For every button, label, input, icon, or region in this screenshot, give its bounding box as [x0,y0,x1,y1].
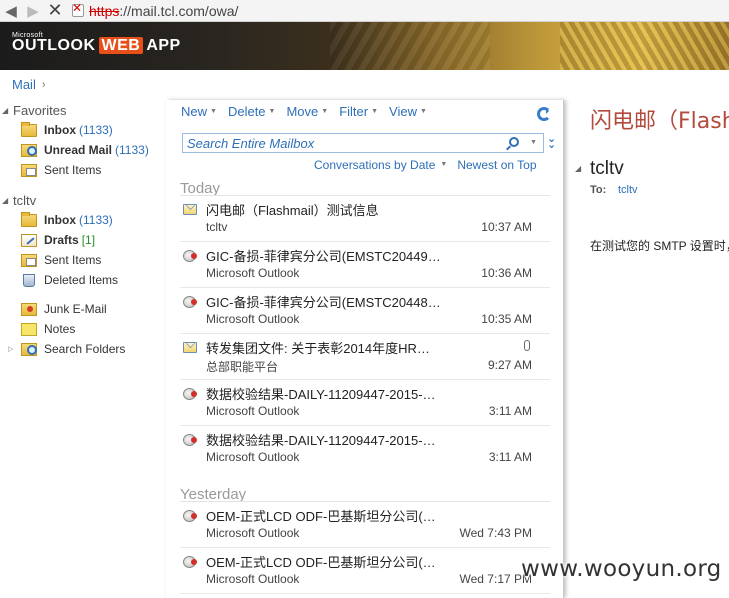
breadcrumb-mail[interactable]: Mail [12,77,36,92]
sent-folder-icon [21,253,37,267]
dropdown-arrow-icon: ▼ [321,108,329,115]
search-icon[interactable] [509,137,519,147]
owa-header-banner: Microsoft OUTLOOK WEB APP [0,22,729,70]
outlook-icon [183,296,197,308]
new-button[interactable]: New ▼ [181,104,217,119]
reading-pane: 闪电邮（Flashmail）测试信息 ◢ tcltv To: tcltv 在测试… [564,100,729,598]
favorites-sent-items[interactable]: Sent Items [0,160,166,180]
dropdown-arrow-icon: ▼ [371,108,379,115]
account-deleted-items[interactable]: Deleted Items [0,270,166,290]
sort-order-button[interactable]: Newest on Top [457,158,536,172]
collapse-triangle-icon[interactable]: ◢ [2,196,13,205]
junk-folder-icon [21,302,37,316]
outlook-web-app-logo: Microsoft OUTLOOK WEB APP [12,32,181,54]
message-sender[interactable]: tcltv [590,158,624,180]
outlook-icon [183,556,197,568]
folder-sidebar: ◢ Favorites Inbox (1133) Unread Mail (11… [0,100,166,598]
chevron-right-icon: › [41,78,46,91]
expand-triangle-icon[interactable]: ▷ [8,345,13,353]
url-rest: ://mail.tcl.com/owa/ [119,2,239,19]
message-list-pane: New▼ Delete▼ Move▼ Filter▼ View▼ ▼ ⌄⌄ Co… [166,100,564,598]
trash-icon [23,273,35,287]
envelope-icon [183,342,197,353]
sent-folder-icon [21,163,37,177]
notes-icon [21,322,37,336]
outlook-icon [183,434,197,446]
collapse-triangle-icon[interactable]: ◢ [2,106,13,115]
search-box: ▼ [182,133,544,153]
double-chevron-down-icon[interactable]: ⌄ ⌄ [547,134,556,151]
favorites-unread-mail[interactable]: Unread Mail (1133) [0,140,166,160]
envelope-icon [183,204,197,215]
address-bar[interactable]: https://mail.tcl.com/owa/ [72,1,729,21]
dropdown-arrow-icon: ▼ [268,108,276,115]
message-item[interactable]: GIC-备损-菲律宾分公司(EMSTC20448… Microsoft Outl… [180,288,550,334]
account-inbox[interactable]: Inbox (1133) [0,210,166,230]
browser-toolbar: ◀ ▶ ✕ https://mail.tcl.com/owa/ [0,0,729,22]
message-item[interactable]: 数据校验结果-DAILY-11209447-2015-… Microsoft O… [180,426,550,472]
account-sent-items[interactable]: Sent Items [0,250,166,270]
collapse-triangle-icon[interactable]: ◢ [575,164,581,173]
move-button[interactable]: Move ▼ [286,104,328,119]
dropdown-arrow-icon: ▼ [440,161,448,168]
message-title: 闪电邮（Flashmail）测试信息 [590,109,729,134]
back-arrow-icon[interactable]: ◀ [0,0,22,22]
search-input[interactable] [183,135,498,151]
attachment-icon [524,340,530,351]
folder-icon [21,211,37,227]
search-dropdown-icon[interactable]: ▼ [530,139,537,146]
to-label: To: [590,184,607,196]
message-item[interactable]: 转发集团文件: 关于表彰2014年度HR… 总部职能平台 9:27 AM [180,334,550,380]
account-search-folders[interactable]: ▷ Search Folders [0,339,166,359]
sort-by-button[interactable]: Conversations by Date [314,158,435,172]
message-item[interactable]: OEM-正式LCD ODF-巴基斯坦分公司(… Microsoft Outloo… [180,502,550,548]
drafts-icon [21,233,37,247]
dropdown-arrow-icon: ▼ [419,108,427,115]
outlook-icon [183,388,197,400]
account-notes[interactable]: Notes [0,319,166,339]
sort-bar: Conversations by Date ▼ Newest on Top [314,158,537,172]
filter-button[interactable]: Filter ▼ [339,104,378,119]
stop-icon[interactable]: ✕ [44,0,66,22]
favorites-inbox[interactable]: Inbox (1133) [0,120,166,140]
list-toolbar: New ▼ Delete ▼ Move ▼ Filter ▼ View ▼ [181,104,438,119]
forward-arrow-icon[interactable]: ▶ [22,0,44,22]
account-junk-email[interactable]: Junk E-Mail [0,299,166,319]
message-item[interactable]: OEM-正式LCD ODF-巴基斯坦分公司(… Microsoft Outloo… [180,548,550,594]
message-item[interactable]: GIC-备损-菲律宾分公司(EMSTC20449… Microsoft Outl… [180,242,550,288]
account-header[interactable]: ◢ tcltv [0,190,166,210]
folder-icon [21,121,37,137]
account-drafts[interactable]: Drafts [1] [0,230,166,250]
recipient-link[interactable]: tcltv [618,184,638,196]
breadcrumb: Mail › [12,77,46,92]
outlook-icon [183,250,197,262]
broken-lock-icon [72,1,84,17]
refresh-icon[interactable] [537,107,551,121]
search-folder-icon [21,143,37,157]
search-folder-icon [21,342,37,356]
message-body: 在测试您的 SMTP 设置时，闪电邮自动发送的电子邮件。 [590,239,729,253]
message-item[interactable]: 闪电邮（Flashmail）测试信息 tcltv 10:37 AM [180,196,550,242]
watermark: www.wooyun.org [521,556,722,582]
dropdown-arrow-icon: ▼ [210,108,217,115]
outlook-icon [183,510,197,522]
url-scheme: https [89,2,120,19]
view-button[interactable]: View ▼ [389,104,427,119]
delete-button[interactable]: Delete ▼ [228,104,276,119]
favorites-header[interactable]: ◢ Favorites [0,100,166,120]
message-item[interactable]: 数据校验结果-DAILY-11209447-2015-… Microsoft O… [180,380,550,426]
